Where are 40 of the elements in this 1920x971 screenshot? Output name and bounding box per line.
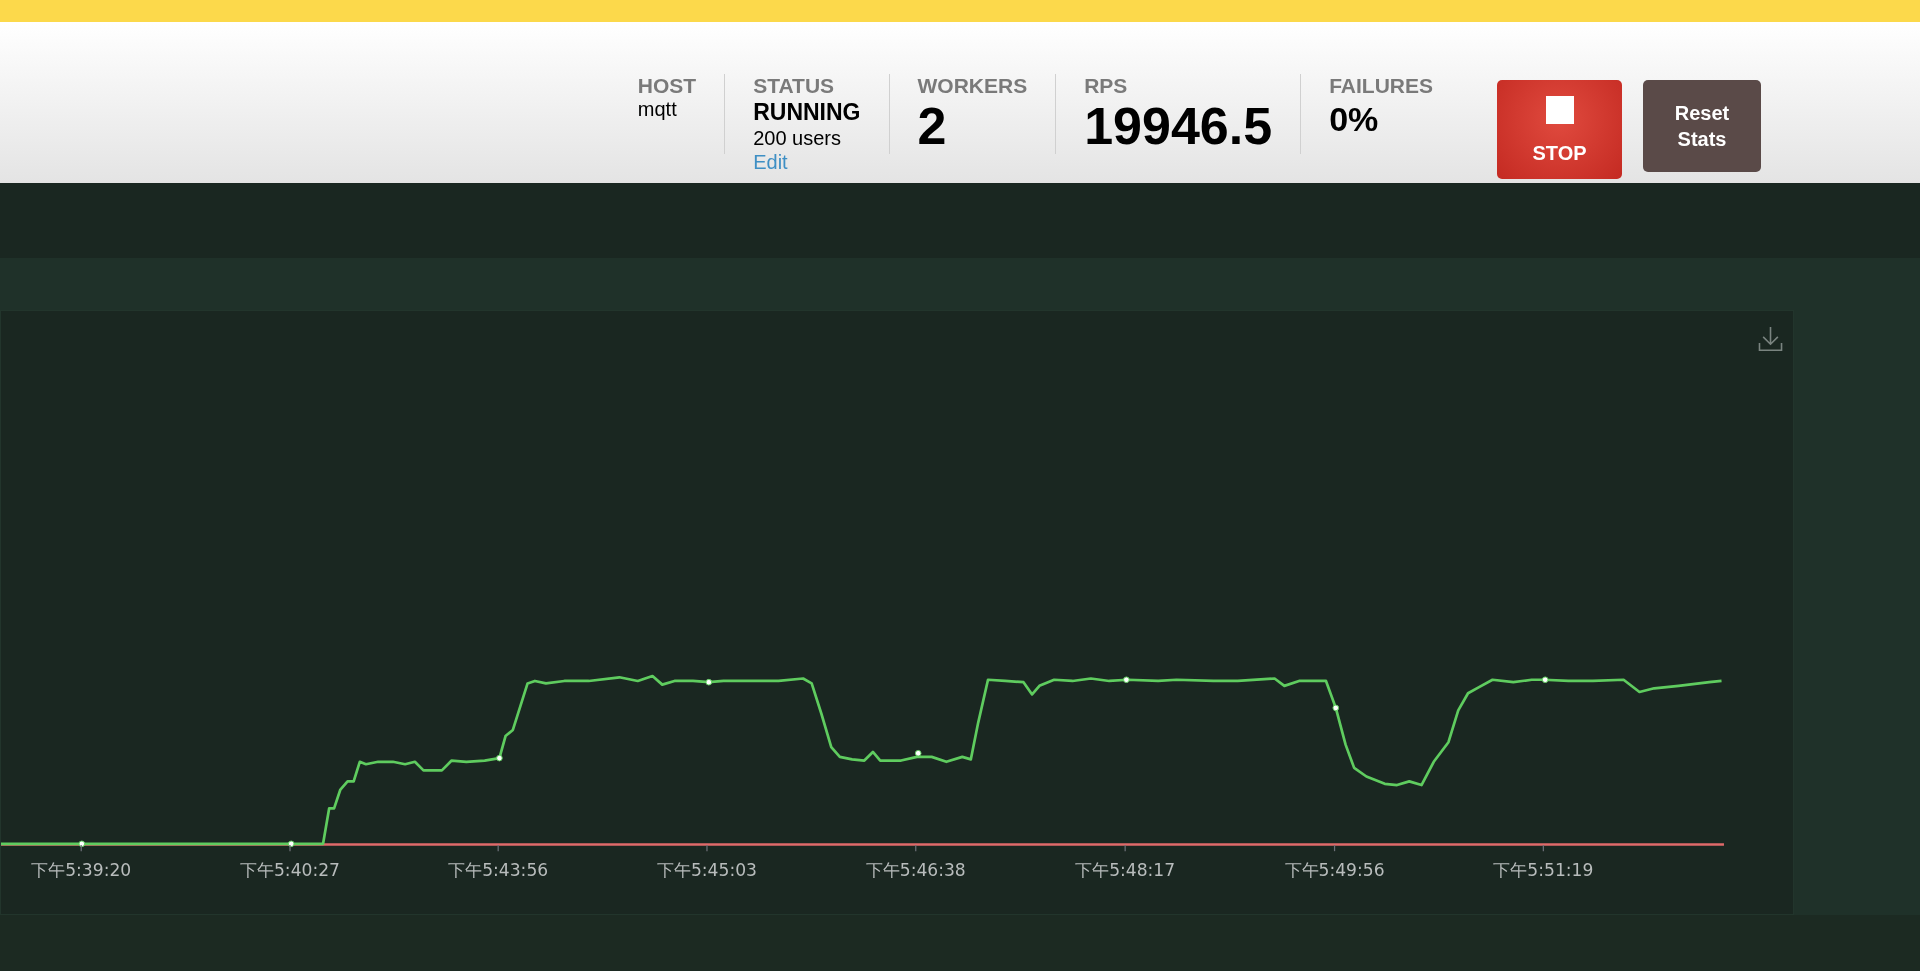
axis-tick: [1333, 844, 1336, 852]
stat-label: WORKERS: [917, 74, 1028, 98]
stop-icon: [1545, 95, 1574, 124]
data-point: [1332, 704, 1340, 712]
reset-stats-button[interactable]: Reset Stats: [1643, 80, 1761, 172]
data-point: [78, 840, 86, 848]
stat-value: 19946.5: [1084, 98, 1273, 154]
time-label: 下午5:46:38: [865, 859, 966, 880]
data-point: [705, 678, 713, 686]
stat-label: FAILURES: [1329, 74, 1433, 98]
data-point: [1541, 676, 1549, 684]
stat-label: HOST: [637, 74, 697, 98]
edit-link[interactable]: Edit: [753, 150, 788, 174]
stat-value: 0%: [1329, 99, 1380, 140]
axis-tick: [1542, 844, 1544, 852]
time-label: 下午5:51:19: [1493, 859, 1594, 880]
time-label: 下午5:43:56: [448, 859, 549, 880]
download-icon[interactable]: [1758, 326, 1783, 352]
stop-button[interactable]: STOP: [1497, 80, 1622, 179]
stat-label: STATUS: [753, 74, 836, 98]
status-value: RUNNING: [753, 98, 861, 126]
stat-value: 2: [917, 98, 948, 154]
axis-tick: [497, 844, 499, 852]
axis-tick: [1124, 844, 1126, 852]
time-label: 下午5:45:03: [656, 859, 757, 880]
axis-tick: [706, 844, 708, 852]
time-label: 下午5:49:56: [1284, 859, 1385, 880]
axis-tick: [289, 844, 291, 852]
time-label: 下午5:39:20: [31, 859, 132, 880]
time-label: 下午5:48:17: [1075, 859, 1176, 880]
time-label: 下午5:40:27: [240, 859, 340, 880]
data-point: [1123, 676, 1130, 684]
user-count: 200 users: [753, 126, 842, 150]
data-point: [287, 840, 295, 848]
axis-tick: [80, 844, 82, 852]
stat-label: RPS: [1084, 74, 1129, 98]
host-value: mqtt: [637, 98, 678, 120]
data-point: [914, 749, 922, 757]
axis-tick: [915, 844, 917, 852]
data-point: [496, 754, 503, 762]
